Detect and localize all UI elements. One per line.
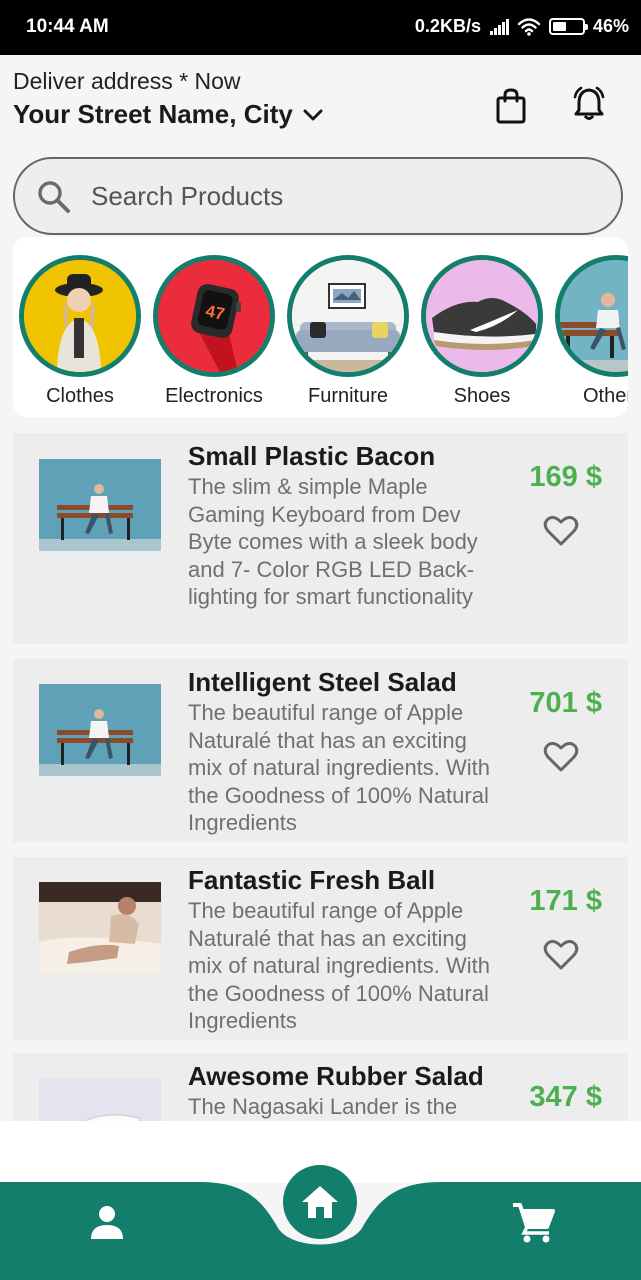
product-description: The beautiful range of Apple Naturalé th… [188, 898, 491, 1034]
product-image [39, 684, 161, 776]
category-shoes-image [421, 255, 543, 377]
category-label: Electronics [165, 385, 263, 407]
favorite-heart-icon[interactable] [543, 515, 579, 547]
search-icon [38, 181, 70, 213]
chevron-down-icon [303, 109, 323, 120]
product-card[interactable]: Intelligent Steel Salad The beautiful ra… [13, 659, 628, 842]
product-price: 169 $ [529, 461, 602, 493]
address-selector[interactable]: Your Street Name, City [13, 99, 323, 130]
category-furniture-image [287, 255, 409, 377]
product-title: Fantastic Fresh Ball [188, 865, 436, 895]
bell-icon[interactable] [570, 85, 608, 123]
category-label: Other [583, 385, 628, 407]
favorite-heart-icon[interactable] [543, 741, 579, 773]
category-label: Shoes [453, 385, 511, 407]
signal-icon [489, 18, 509, 35]
product-card[interactable]: Fantastic Fresh Ball The beautiful range… [13, 857, 628, 1040]
favorite-heart-icon[interactable] [543, 939, 579, 971]
profile-icon[interactable] [88, 1203, 126, 1241]
product-price: 171 $ [529, 885, 602, 917]
status-indicators: 0.2KB/s 46% [407, 16, 629, 37]
svg-text:47: 47 [204, 301, 226, 324]
category-shoes[interactable]: Shoes [420, 255, 544, 408]
product-title: Intelligent Steel Salad [188, 667, 457, 697]
cart-icon[interactable] [511, 1201, 555, 1243]
search-bar[interactable] [13, 157, 623, 235]
product-description: The beautiful range of Apple Naturalé th… [188, 700, 491, 836]
product-card[interactable]: Awesome Rubber Salad The Nagasaki Lander… [13, 1053, 628, 1121]
header: Deliver address * Now Your Street Name, … [0, 55, 641, 155]
product-image [39, 882, 161, 974]
status-bar: 10:44 AM 0.2KB/s 46% [0, 0, 641, 55]
product-price: 701 $ [529, 687, 602, 719]
product-list: Small Plastic Bacon The slim & simple Ma… [0, 433, 641, 1121]
deliver-label: Deliver address * Now [13, 68, 241, 94]
shopping-bag-icon[interactable] [495, 88, 527, 124]
network-speed: 0.2KB/s [414, 16, 481, 36]
product-description: The slim & simple Maple Gaming Keyboard … [188, 474, 478, 610]
status-time: 10:44 AM [26, 16, 109, 37]
category-electronics[interactable]: 47 Electronics [152, 255, 276, 408]
search-input[interactable] [91, 175, 591, 217]
product-image [39, 1078, 161, 1121]
category-clothes-image [19, 255, 141, 377]
wifi-icon [517, 17, 541, 36]
category-other[interactable]: Other [554, 255, 628, 408]
battery-icon [548, 18, 588, 35]
product-title: Awesome Rubber Salad [188, 1061, 484, 1091]
category-list: Clothes 47 Electronics Furniture Shoes O… [13, 237, 628, 417]
product-card[interactable]: Small Plastic Bacon The slim & simple Ma… [13, 433, 628, 644]
home-button[interactable] [283, 1165, 357, 1239]
category-other-image [555, 255, 628, 377]
category-label: Furniture [307, 385, 389, 407]
category-furniture[interactable]: Furniture [286, 255, 410, 408]
product-price: 347 $ [529, 1081, 602, 1113]
category-clothes[interactable]: Clothes [18, 255, 142, 408]
battery-level: 46% [592, 16, 629, 36]
product-title: Small Plastic Bacon [188, 441, 436, 471]
category-label: Clothes [46, 385, 114, 407]
product-image [39, 459, 161, 551]
product-description: The Nagasaki Lander is the [188, 1094, 458, 1119]
address-text: Your Street Name, City [13, 99, 293, 129]
home-icon [302, 1186, 338, 1218]
category-electronics-image: 47 [153, 255, 275, 377]
